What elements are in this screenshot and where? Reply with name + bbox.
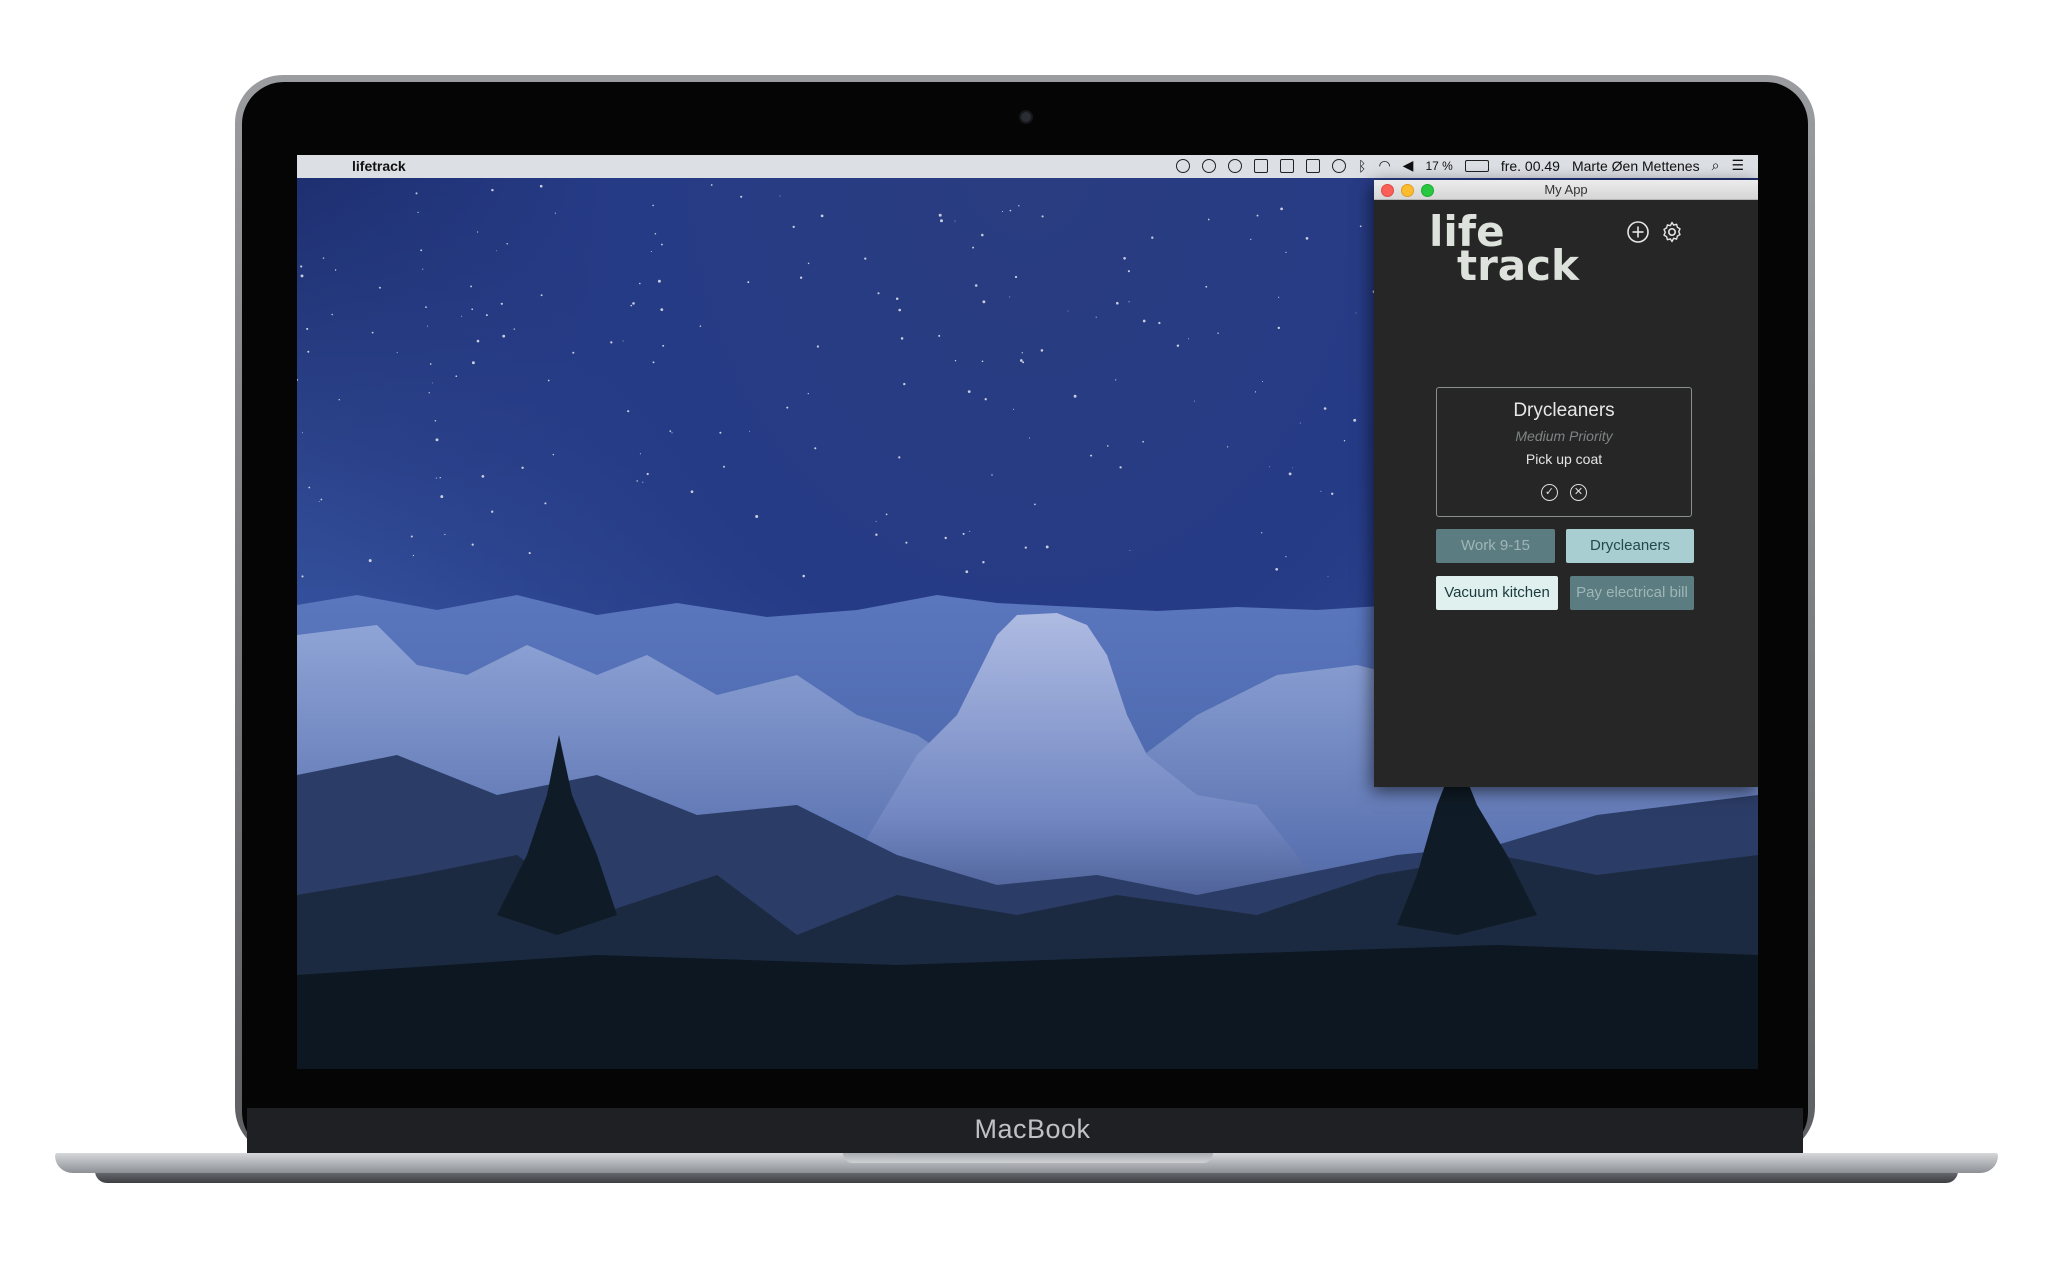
time-machine-icon[interactable] xyxy=(1332,158,1347,173)
menu-bar-status-area: ᛒ ◠ ◀ 17 % fre. 00.49 Marte Øen Mettenes… xyxy=(1176,157,1744,174)
volume-icon[interactable]: ◀ xyxy=(1403,157,1414,174)
window-titlebar[interactable]: My App xyxy=(1374,180,1758,200)
clock[interactable]: fre. 00.49 xyxy=(1501,158,1560,174)
app-window: My App life track Drycleaners Medium Pri… xyxy=(1374,180,1758,787)
task-description: Pick up coat xyxy=(1525,451,1603,467)
notification-center-icon[interactable]: ☰ xyxy=(1731,157,1744,174)
menu-bar: lifetrack ᛒ ◠ ◀ 17 % fre. 00.49 Marte Øe… xyxy=(297,155,1758,178)
wifi-icon[interactable]: ◠ xyxy=(1378,157,1390,174)
add-task-icon[interactable] xyxy=(1626,220,1650,244)
brand-label: MacBook xyxy=(974,1114,1091,1144)
task-chip[interactable]: Pay electrical bill xyxy=(1570,576,1694,610)
task-title: Drycleaners xyxy=(1513,400,1615,421)
active-app-name[interactable]: lifetrack xyxy=(352,158,406,174)
spotlight-search-icon[interactable]: ⌕ xyxy=(1712,157,1720,174)
task-chip[interactable]: Drycleaners xyxy=(1566,529,1694,563)
camera-icon xyxy=(1021,112,1031,122)
current-task-card[interactable]: Drycleaners Medium Priority Pick up coat… xyxy=(1436,387,1692,517)
task-chip[interactable]: Work 9-15 xyxy=(1436,529,1555,563)
app-logo: life track xyxy=(1429,211,1579,290)
target-icon[interactable] xyxy=(1202,158,1217,173)
drive-icon[interactable] xyxy=(1254,158,1269,173)
creative-cloud-icon[interactable] xyxy=(1176,158,1191,173)
airplay-icon[interactable] xyxy=(1306,158,1321,173)
user-name[interactable]: Marte Øen Mettenes xyxy=(1572,158,1700,174)
window-title: My App xyxy=(1544,182,1588,197)
opening-notch xyxy=(843,1153,1213,1163)
complete-task-icon[interactable]: ✓ xyxy=(1541,484,1558,501)
logo-line-2: track xyxy=(1457,241,1579,290)
bluetooth-icon[interactable]: ᛒ xyxy=(1358,158,1366,174)
task-actions: ✓ ✕ xyxy=(1437,482,1691,501)
dropbox-icon[interactable] xyxy=(1280,158,1295,173)
task-chip[interactable]: Vacuum kitchen xyxy=(1436,576,1558,610)
desktop-screen: lifetrack ᛒ ◠ ◀ 17 % fre. 00.49 Marte Øe… xyxy=(297,155,1758,1069)
timer-icon[interactable] xyxy=(1228,158,1243,173)
task-priority: Medium Priority xyxy=(1515,428,1613,444)
gear-icon[interactable] xyxy=(1660,220,1684,244)
dismiss-task-icon[interactable]: ✕ xyxy=(1570,484,1587,501)
battery-percent[interactable]: 17 % xyxy=(1425,159,1452,173)
battery-icon[interactable] xyxy=(1464,159,1489,172)
